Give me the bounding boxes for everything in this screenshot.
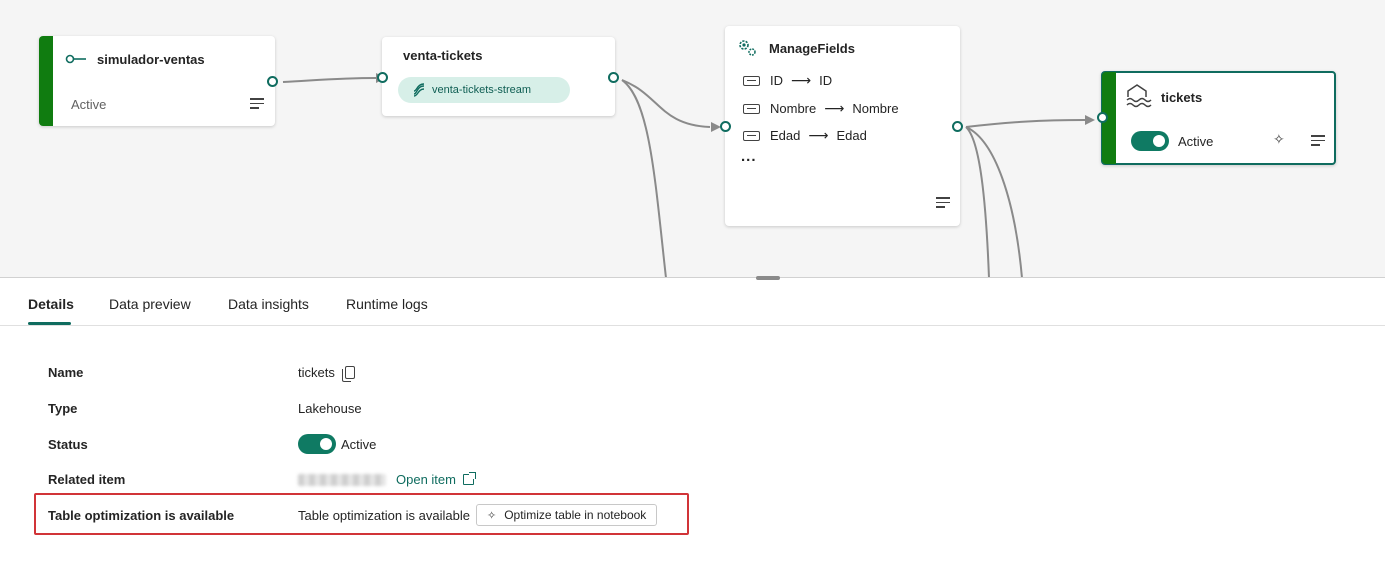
arrow-right-icon: ⟶ xyxy=(791,72,812,88)
manage-fields-title: ManageFields xyxy=(769,41,855,56)
type-label: Type xyxy=(48,401,78,416)
sparkle-icon: ✧ xyxy=(486,509,497,522)
destination-node-title: tickets xyxy=(1161,90,1203,105)
input-port[interactable] xyxy=(1097,112,1108,123)
arrow-right-icon: ⟶ xyxy=(808,127,829,143)
gear-icon xyxy=(739,40,756,56)
details-tabs: Details Data preview Data insights Runti… xyxy=(0,280,1385,326)
tab-data-preview[interactable]: Data preview xyxy=(109,296,191,312)
open-external-icon[interactable] xyxy=(462,472,476,485)
related-item-row: Open item xyxy=(298,472,476,487)
edge-source-stream xyxy=(282,77,377,83)
name-label: Name xyxy=(48,365,84,380)
edge-arrowhead xyxy=(1085,115,1095,125)
edge-transform-down-1 xyxy=(965,126,990,278)
input-port[interactable] xyxy=(377,72,388,83)
eventstream-canvas[interactable]: simulador-ventas Active venta-tickets ve… xyxy=(0,0,1385,278)
output-port[interactable] xyxy=(608,72,619,83)
edge-stream-transform xyxy=(621,79,711,128)
active-status-bar xyxy=(39,36,53,126)
node-menu-icon[interactable] xyxy=(250,98,264,109)
field-mapping-row: Edad ⟶ Edad xyxy=(743,127,867,144)
source-node-status: Active xyxy=(71,97,107,112)
active-tab-indicator xyxy=(28,322,71,325)
status-toggle[interactable] xyxy=(298,434,336,454)
stream-pill[interactable]: venta-tickets-stream xyxy=(398,77,570,103)
stream-node[interactable]: venta-tickets venta-tickets-stream xyxy=(377,37,619,116)
source-node[interactable]: simulador-ventas Active xyxy=(39,36,278,126)
field-icon xyxy=(743,103,760,114)
edge-transform-down-2 xyxy=(965,126,1023,278)
status-value: Active xyxy=(341,436,377,452)
output-port[interactable] xyxy=(267,76,278,87)
custom-endpoint-icon xyxy=(65,54,86,64)
stream-icon xyxy=(413,83,425,97)
tab-data-insights[interactable]: Data insights xyxy=(228,296,309,312)
edge-stream-down xyxy=(621,79,667,278)
open-item-link[interactable]: Open item xyxy=(396,472,456,487)
redacted-item-name xyxy=(298,473,386,486)
edge-transform-destination xyxy=(965,119,1086,128)
type-value: Lakehouse xyxy=(298,401,362,416)
field-mapping-row: ID ⟶ ID xyxy=(743,72,832,89)
related-item-label: Related item xyxy=(48,472,126,487)
optimize-table-button[interactable]: ✧ Optimize table in notebook xyxy=(475,504,658,526)
node-menu-icon[interactable] xyxy=(936,197,950,208)
panel-splitter xyxy=(0,277,1385,278)
stream-pill-label: venta-tickets-stream xyxy=(432,84,532,96)
manage-fields-node[interactable]: ManageFields ID ⟶ ID Nombre ⟶ Nombre Eda… xyxy=(720,26,963,226)
stream-node-title: venta-tickets xyxy=(403,48,483,63)
optimization-value-row: Table optimization is available ✧ Optimi… xyxy=(298,504,658,526)
field-icon xyxy=(743,130,760,141)
node-menu-icon[interactable] xyxy=(1311,135,1325,146)
tab-details[interactable]: Details xyxy=(28,296,74,312)
copy-icon[interactable] xyxy=(341,366,355,382)
output-port[interactable] xyxy=(952,121,963,132)
sparkle-icon[interactable]: ✧ xyxy=(1273,131,1285,148)
optimization-value: Table optimization is available xyxy=(298,507,470,523)
optimize-table-button-label: Optimize table in notebook xyxy=(504,508,647,522)
lakehouse-icon xyxy=(1126,84,1152,108)
optimization-label: Table optimization is available xyxy=(48,508,235,523)
status-value-row: Active xyxy=(298,434,376,454)
input-port[interactable] xyxy=(720,121,731,132)
active-toggle[interactable] xyxy=(1131,131,1169,151)
field-icon xyxy=(743,75,760,86)
source-node-title: simulador-ventas xyxy=(97,52,205,67)
more-fields-indicator: ... xyxy=(741,148,757,165)
destination-node-status: Active xyxy=(1178,134,1214,149)
tab-runtime-logs[interactable]: Runtime logs xyxy=(346,296,428,312)
arrow-right-icon: ⟶ xyxy=(824,100,845,116)
status-label: Status xyxy=(48,437,88,452)
lakehouse-destination-node[interactable]: tickets Active ✧ xyxy=(1097,71,1336,165)
field-mapping-row: Nombre ⟶ Nombre xyxy=(743,100,899,117)
name-value: tickets xyxy=(298,365,335,380)
name-value-row: tickets xyxy=(298,365,355,382)
